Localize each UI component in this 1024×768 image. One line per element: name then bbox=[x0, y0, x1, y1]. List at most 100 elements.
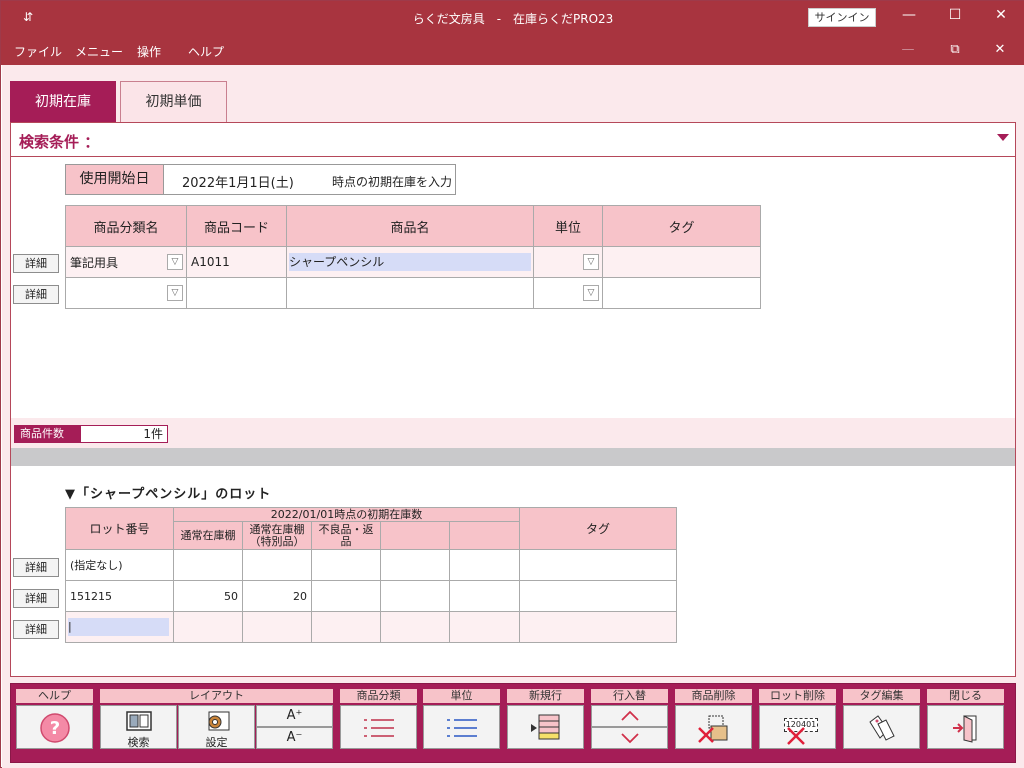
defect-cell[interactable] bbox=[311, 611, 381, 643]
close-button[interactable] bbox=[927, 705, 1004, 749]
special-cell[interactable] bbox=[242, 549, 312, 581]
tab-initial-stock[interactable]: 初期在庫 bbox=[10, 81, 116, 123]
client-area: 初期在庫 初期単価 検索条件 ： 使用開始日 2022年1月1日(土) 時点の初… bbox=[2, 65, 1024, 768]
font-increase-button[interactable]: A⁺ bbox=[256, 705, 333, 727]
row-swap-group: 行入替 bbox=[591, 689, 668, 749]
chevron-down-icon[interactable]: ▽ bbox=[583, 254, 599, 270]
chevron-down-icon[interactable] bbox=[997, 134, 1009, 141]
lot-input-cell[interactable]: | bbox=[65, 611, 174, 643]
header-special-shelf: 通常在庫棚 （特別品） bbox=[242, 521, 312, 550]
blank-cell[interactable] bbox=[449, 580, 520, 612]
table-row[interactable]: 151215 50 20 bbox=[65, 580, 677, 612]
unit-button[interactable] bbox=[423, 705, 500, 749]
table-row[interactable]: ▽ ▽ bbox=[65, 277, 761, 309]
delete-product-label: 商品削除 bbox=[675, 689, 752, 703]
product-detail-button[interactable]: 詳細 bbox=[13, 285, 59, 304]
lot-tag-cell[interactable] bbox=[519, 549, 677, 581]
lot-detail-button[interactable]: 詳細 bbox=[13, 558, 59, 577]
tag-edit-button[interactable] bbox=[843, 705, 920, 749]
blank-cell[interactable] bbox=[380, 580, 450, 612]
menu-file[interactable]: ファイル bbox=[14, 43, 62, 60]
start-date-value[interactable]: 2022年1月1日(土) bbox=[182, 172, 294, 191]
chevron-down-icon[interactable]: ▽ bbox=[583, 285, 599, 301]
layout-search-button[interactable]: 検索 bbox=[100, 705, 177, 749]
header-blank-1 bbox=[380, 521, 450, 550]
question-icon: ? bbox=[39, 713, 70, 743]
header-defect-shelf: 不良品・返 品 bbox=[311, 521, 381, 550]
lot-cell[interactable]: 151215 bbox=[65, 580, 174, 612]
normal-cell[interactable] bbox=[173, 611, 243, 643]
tag-cell[interactable] bbox=[602, 246, 761, 278]
close-icon[interactable]: ✕ bbox=[991, 7, 1011, 23]
help-button[interactable]: ? bbox=[16, 705, 93, 749]
special-cell[interactable]: 20 bbox=[242, 580, 312, 612]
category-cell[interactable]: 筆記用具 ▽ bbox=[65, 246, 187, 278]
category-button[interactable] bbox=[340, 705, 417, 749]
mdi-close-icon[interactable]: ✕ bbox=[991, 42, 1009, 57]
layout-settings-button[interactable]: 設定 bbox=[178, 705, 255, 749]
chevron-down-icon[interactable]: ▽ bbox=[167, 285, 183, 301]
tag-edit-label: タグ編集 bbox=[843, 689, 920, 703]
category-group: 商品分類 bbox=[340, 689, 417, 749]
minimize-icon[interactable]: — bbox=[899, 7, 919, 23]
lot-cell[interactable]: (指定なし) bbox=[65, 549, 174, 581]
code-cell[interactable]: A1011 bbox=[186, 246, 287, 278]
row-up-button[interactable] bbox=[591, 705, 668, 727]
close-label: 閉じる bbox=[927, 689, 1004, 703]
table-row[interactable]: 筆記用具 ▽ A1011 シャープペンシル ▽ bbox=[65, 246, 761, 278]
normal-cell[interactable]: 50 bbox=[173, 580, 243, 612]
mdi-restore-icon[interactable]: ⧉ bbox=[946, 42, 964, 57]
layout-panes-icon bbox=[125, 711, 152, 731]
tag-edit-group: タグ編集 bbox=[843, 689, 920, 749]
defect-cell[interactable] bbox=[311, 580, 381, 612]
splitter-bar[interactable] bbox=[11, 448, 1015, 466]
font-decrease-button[interactable]: A⁻ bbox=[256, 727, 333, 749]
category-value: 筆記用具 bbox=[70, 255, 119, 270]
menu-help[interactable]: ヘルプ bbox=[188, 43, 224, 60]
delete-product-group: 商品削除 bbox=[675, 689, 752, 749]
main-panel: 検索条件 ： 使用開始日 2022年1月1日(土) 時点の初期在庫を入力 商品分… bbox=[10, 122, 1016, 677]
table-row[interactable]: | bbox=[65, 611, 677, 643]
chevron-down-icon[interactable]: ▽ bbox=[167, 254, 183, 270]
menu-operation[interactable]: 操作 bbox=[137, 43, 161, 60]
blank-cell[interactable] bbox=[380, 611, 450, 643]
normal-cell[interactable] bbox=[173, 549, 243, 581]
search-conditions-bar[interactable]: 検索条件 ： bbox=[11, 123, 1015, 157]
header-name: 商品名 bbox=[286, 205, 534, 247]
name-cell[interactable]: シャープペンシル bbox=[286, 246, 534, 278]
header-normal-shelf: 通常在庫棚 bbox=[173, 521, 243, 550]
app-window: ⇵ らくだ文房具 - 在庫らくだPRO23 サインイン — ☐ ✕ ファイル メ… bbox=[0, 0, 1024, 768]
maximize-icon[interactable]: ☐ bbox=[945, 7, 965, 23]
help-group: ヘルプ ? bbox=[16, 689, 93, 749]
lot-detail-button[interactable]: 詳細 bbox=[13, 620, 59, 639]
code-cell[interactable] bbox=[186, 277, 287, 309]
menu-menu[interactable]: メニュー bbox=[75, 43, 123, 60]
lot-tag-cell[interactable] bbox=[519, 611, 677, 643]
product-table: 商品分類名 商品コード 商品名 単位 タグ 筆記用具 ▽ A1011 シャープペン… bbox=[65, 205, 761, 309]
tag-cell[interactable] bbox=[602, 277, 761, 309]
blank-cell[interactable] bbox=[449, 611, 520, 643]
product-count-label: 商品件数 bbox=[14, 425, 80, 443]
blank-cell[interactable] bbox=[449, 549, 520, 581]
header-code: 商品コード bbox=[186, 205, 287, 247]
row-down-button[interactable] bbox=[591, 727, 668, 749]
mdi-minimize-icon[interactable]: — bbox=[899, 42, 917, 57]
layout-search-label: 検索 bbox=[127, 736, 150, 749]
name-cell[interactable] bbox=[286, 277, 534, 309]
product-detail-button[interactable]: 詳細 bbox=[13, 254, 59, 273]
tab-initial-price[interactable]: 初期単価 bbox=[120, 81, 227, 123]
defect-cell[interactable] bbox=[311, 549, 381, 581]
delete-lot-button[interactable]: 120401 bbox=[759, 705, 836, 749]
delete-product-button[interactable] bbox=[675, 705, 752, 749]
unit-cell[interactable]: ▽ bbox=[533, 246, 603, 278]
lot-detail-button[interactable]: 詳細 bbox=[13, 589, 59, 608]
blank-cell[interactable] bbox=[380, 549, 450, 581]
lot-tag-cell[interactable] bbox=[519, 580, 677, 612]
category-cell[interactable]: ▽ bbox=[65, 277, 187, 309]
table-row[interactable]: (指定なし) bbox=[65, 549, 677, 581]
new-row-button[interactable] bbox=[507, 705, 584, 749]
signin-button[interactable]: サインイン bbox=[808, 8, 876, 27]
special-cell[interactable] bbox=[242, 611, 312, 643]
unit-cell[interactable]: ▽ bbox=[533, 277, 603, 309]
chevron-up-icon bbox=[620, 710, 639, 721]
